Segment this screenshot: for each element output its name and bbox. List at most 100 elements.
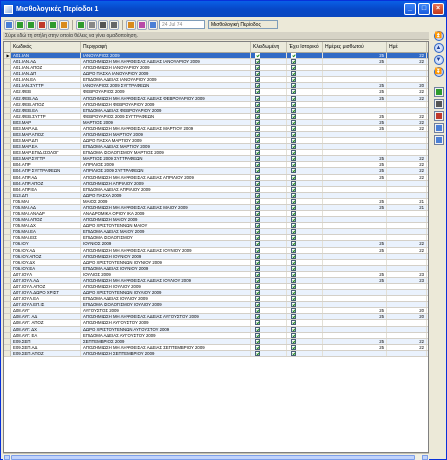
employee-days-cell[interactable]: 25: [323, 125, 387, 132]
history-cell[interactable]: [287, 71, 323, 77]
export-button[interactable]: [137, 19, 147, 30]
locked-checkbox[interactable]: [255, 265, 260, 271]
layout-button[interactable]: [433, 123, 444, 133]
locked-cell[interactable]: [251, 265, 287, 271]
locked-checkbox[interactable]: [255, 223, 260, 229]
history-cell[interactable]: [287, 204, 323, 211]
days-cell[interactable]: [387, 320, 427, 326]
locked-checkbox[interactable]: [255, 338, 260, 344]
code-cell[interactable]: B03.MAP.EA: [11, 144, 81, 150]
history-cell[interactable]: [287, 271, 323, 277]
locked-checkbox[interactable]: [255, 332, 260, 338]
history-cell[interactable]: [287, 217, 323, 223]
days-cell[interactable]: 22: [387, 113, 427, 119]
days-cell[interactable]: [387, 186, 427, 192]
description-cell[interactable]: ΑΠΟΖΗΜΙΩΣΗ ΜΗ ΛΗΨΘΕΙΣΑΣ ΑΔΕΙΑΣ ΙΑΝΟΥΑΡΙΟ…: [81, 59, 251, 65]
code-cell[interactable]: Γ06.IOY.AΠΟΖ: [11, 253, 81, 259]
description-cell[interactable]: ΕΠΙΔΟΜΑ ΑΔΕΙΑΣ ΙΟΥΛΙΟΥ 2009: [81, 296, 251, 302]
days-cell[interactable]: [387, 290, 427, 296]
scroll-left-arrow[interactable]: [4, 455, 10, 460]
employee-days-cell[interactable]: 25: [323, 168, 387, 174]
locked-checkbox[interactable]: [255, 217, 260, 223]
description-cell[interactable]: ΕΠΙΔΟΜΑ ΑΔΕΙΑΣ ΙΑΝΟΥΑΡΙΟΥ 2009: [81, 77, 251, 83]
column-header[interactable]: Κωδικός: [11, 42, 81, 53]
column-header[interactable]: Περιγραφή: [81, 42, 251, 53]
employee-days-cell[interactable]: [323, 253, 387, 259]
history-cell[interactable]: [287, 150, 323, 156]
employee-days-cell[interactable]: 25: [323, 83, 387, 89]
help-button[interactable]: [76, 19, 86, 30]
days-cell[interactable]: [387, 350, 427, 356]
code-cell[interactable]: B04.AΠP.EA: [11, 186, 81, 192]
refresh-button[interactable]: [433, 87, 444, 97]
code-cell[interactable]: B03.MAP.AΠΟΖ: [11, 132, 81, 138]
days-cell[interactable]: [387, 101, 427, 107]
locked-cell[interactable]: [251, 113, 287, 119]
employee-days-cell[interactable]: 25: [323, 344, 387, 350]
code-cell[interactable]: A02.ΦΕΒ.ΣΥΓΤΡ: [11, 113, 81, 119]
locked-checkbox[interactable]: [255, 95, 260, 101]
days-cell[interactable]: 22: [387, 344, 427, 350]
days-cell[interactable]: [387, 107, 427, 113]
history-checkbox[interactable]: [291, 144, 296, 150]
data-grid[interactable]: Κωδικός Περιγραφή Κλειδωμένη Έχει Ιστορικό Η…: [3, 41, 429, 453]
print-button[interactable]: [98, 19, 108, 30]
history-cell[interactable]: [287, 156, 323, 162]
code-cell[interactable]: Δ08.AYΓ: [11, 308, 81, 314]
employee-days-cell[interactable]: 25: [323, 89, 387, 95]
description-cell[interactable]: ΙΑΝΟΥΑΡΙΟΣ 2009: [81, 53, 251, 59]
last-record-button[interactable]: ⏬: [433, 67, 444, 77]
history-cell[interactable]: [287, 186, 323, 192]
locked-checkbox[interactable]: [255, 296, 260, 302]
days-cell[interactable]: [387, 296, 427, 302]
report-button[interactable]: [433, 111, 444, 121]
locked-cell[interactable]: [251, 235, 287, 241]
history-checkbox[interactable]: [291, 302, 296, 308]
history-cell[interactable]: [287, 89, 323, 95]
locked-cell[interactable]: [251, 132, 287, 138]
history-checkbox[interactable]: [291, 253, 296, 259]
days-cell[interactable]: [387, 223, 427, 229]
employee-days-cell[interactable]: 25: [323, 119, 387, 125]
employee-days-cell[interactable]: 25: [323, 204, 387, 211]
new-button[interactable]: [4, 19, 14, 30]
locked-cell[interactable]: [251, 138, 287, 144]
locked-cell[interactable]: [251, 83, 287, 89]
history-cell[interactable]: [287, 241, 323, 247]
copy-button[interactable]: [87, 19, 97, 30]
employee-days-cell[interactable]: [323, 235, 387, 241]
save-layout-button[interactable]: [433, 135, 444, 145]
history-cell[interactable]: [287, 95, 323, 101]
days-cell[interactable]: 22: [387, 162, 427, 168]
days-cell[interactable]: [387, 132, 427, 138]
employee-days-cell[interactable]: [323, 290, 387, 296]
history-cell[interactable]: [287, 338, 323, 344]
code-cell[interactable]: A01.IAN.EA: [11, 77, 81, 83]
description-cell[interactable]: ΔΩΡΟ ΠΑΣΧΑ ΜΑΡΤΙΟΥ 2009: [81, 138, 251, 144]
code-cell[interactable]: A02.ΦΕΒ: [11, 89, 81, 95]
history-checkbox[interactable]: [291, 113, 296, 119]
history-cell[interactable]: [287, 253, 323, 259]
history-cell[interactable]: [287, 277, 323, 283]
employee-days-cell[interactable]: 25: [323, 174, 387, 180]
code-cell[interactable]: Γ05.MAI.ANAΔP: [11, 211, 81, 217]
history-cell[interactable]: [287, 119, 323, 125]
description-cell[interactable]: ΔΩΡΟ ΧΡΙΣΤΟΥΓΕΝΝΩΝ ΙΟΥΝΙΟΥ 2009: [81, 259, 251, 265]
locked-cell[interactable]: [251, 71, 287, 77]
code-cell[interactable]: B03.MAP: [11, 119, 81, 125]
locked-cell[interactable]: [251, 290, 287, 296]
employee-days-cell[interactable]: [323, 77, 387, 83]
history-cell[interactable]: [287, 107, 323, 113]
description-cell[interactable]: ΙΟΥΝΙΟΣ 2009: [81, 241, 251, 247]
code-cell[interactable]: E09.ΣΕΠ.AΠΟΖ: [11, 350, 81, 356]
history-cell[interactable]: [287, 259, 323, 265]
code-cell[interactable]: A02.ΦΕΒ.AΠΟΖ: [11, 101, 81, 107]
locked-checkbox[interactable]: [255, 350, 260, 356]
history-cell[interactable]: [287, 247, 323, 253]
code-cell[interactable]: B04.AΠP.AΔ: [11, 174, 81, 180]
locked-checkbox[interactable]: [255, 241, 260, 247]
locked-cell[interactable]: [251, 283, 287, 290]
description-cell[interactable]: ΕΠΙΔΟΜΑ ΑΔΕΙΑΣ ΑΠΡΙΛΙΟΥ 2009: [81, 186, 251, 192]
description-cell[interactable]: ΑΠΟΖΗΜΙΩΣΗ ΜΗ ΛΗΨΘΕΙΣΑΣ ΑΔΕΙΑΣ ΙΟΥΝΙΟΥ 2…: [81, 247, 251, 253]
locked-cell[interactable]: [251, 65, 287, 71]
